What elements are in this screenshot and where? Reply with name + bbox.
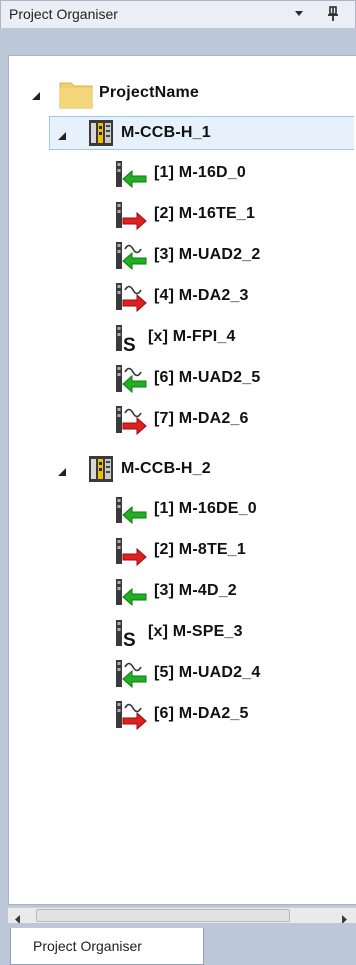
special-module-icon: S	[114, 323, 142, 356]
tree-node-label: [5] M-UAD2_4	[154, 664, 261, 681]
analog-input-icon	[114, 659, 148, 689]
expand-collapse-icon[interactable]	[57, 128, 67, 140]
special-module-icon: S	[114, 618, 142, 651]
tree-node-controller[interactable]: M-CCB-H_2	[87, 454, 211, 484]
tree-node-module[interactable]: [5] M-UAD2_4	[114, 658, 261, 689]
tree-node-label: [3] M-4D_2	[154, 582, 237, 599]
tree-node-module[interactable]: [1] M-16D_0	[114, 158, 247, 189]
tree-node-module[interactable]: S [x] M-FPI_4	[114, 322, 236, 356]
window-position-dropdown-icon[interactable]	[294, 9, 304, 19]
digital-output-icon	[114, 200, 148, 231]
pin-icon[interactable]	[326, 6, 340, 22]
tree-node-module[interactable]: [2] M-16TE_1	[114, 199, 256, 231]
tree-node-module[interactable]: [2] M-8TE_1	[114, 535, 246, 567]
horizontal-scrollbar[interactable]	[8, 907, 356, 924]
controller-icon	[87, 455, 115, 483]
project-tree-view[interactable]: ProjectName M-CCB-H_1 [1] M-16D_0 [2] M-16T…	[8, 55, 356, 905]
tree-node-module[interactable]: [3] M-4D_2	[114, 576, 237, 607]
tree-node-module[interactable]: [6] M-DA2_5	[114, 699, 249, 731]
tree-node-label: [1] M-16DE_0	[154, 500, 257, 517]
tree-node-label: [6] M-UAD2_5	[154, 369, 261, 386]
digital-output-icon	[114, 536, 148, 567]
panel-title: Project Organiser	[9, 6, 118, 22]
tab-label: Project Organiser	[33, 938, 142, 954]
expand-collapse-icon[interactable]	[31, 88, 41, 100]
tree-node-label: M-CCB-H_2	[121, 460, 211, 477]
scrollbar-thumb[interactable]	[36, 909, 290, 922]
tree-node-module[interactable]: [6] M-UAD2_5	[114, 363, 261, 394]
controller-icon	[87, 119, 115, 147]
tree-node-label: [1] M-16D_0	[154, 164, 247, 181]
analog-output-icon	[114, 700, 148, 731]
tree-node-label: [x] M-FPI_4	[148, 328, 236, 345]
project-organiser-panel: Project Organiser ProjectName M-CCB-H_1 [1…	[0, 0, 356, 965]
digital-input-icon	[114, 577, 148, 607]
tree-node-label: M-CCB-H_1	[121, 124, 211, 141]
svg-text:S: S	[123, 630, 136, 648]
tree-node-label: [7] M-DA2_6	[154, 410, 249, 427]
tab-project-organiser[interactable]: Project Organiser	[10, 928, 204, 965]
analog-input-icon	[114, 364, 148, 394]
analog-output-icon	[114, 405, 148, 436]
tree-node-module[interactable]: [4] M-DA2_3	[114, 281, 249, 313]
tree-node-label: [2] M-8TE_1	[154, 541, 246, 558]
tree-node-module[interactable]: [7] M-DA2_6	[114, 404, 249, 436]
tree-node-label: [3] M-UAD2_2	[154, 246, 261, 263]
analog-output-icon	[114, 282, 148, 313]
expand-collapse-icon[interactable]	[57, 464, 67, 476]
tree-node-module[interactable]: [3] M-UAD2_2	[114, 240, 261, 271]
tree-node-label: [4] M-DA2_3	[154, 287, 249, 304]
tree-node-controller[interactable]: M-CCB-H_1	[87, 118, 211, 148]
digital-input-icon	[114, 495, 148, 525]
tree-node-label: [2] M-16TE_1	[154, 205, 256, 222]
digital-input-icon	[114, 159, 148, 189]
panel-header: Project Organiser	[0, 0, 356, 28]
tree-node-project[interactable]: ProjectName	[59, 78, 200, 109]
analog-input-icon	[114, 241, 148, 271]
svg-text:S: S	[123, 335, 136, 353]
tree-node-module[interactable]: S [x] M-SPE_3	[114, 617, 243, 651]
tree-node-label: ProjectName	[99, 84, 200, 101]
folder-icon	[59, 79, 93, 109]
tree-node-module[interactable]: [1] M-16DE_0	[114, 494, 257, 525]
tree-node-label: [6] M-DA2_5	[154, 705, 249, 722]
tree-node-label: [x] M-SPE_3	[148, 623, 243, 640]
